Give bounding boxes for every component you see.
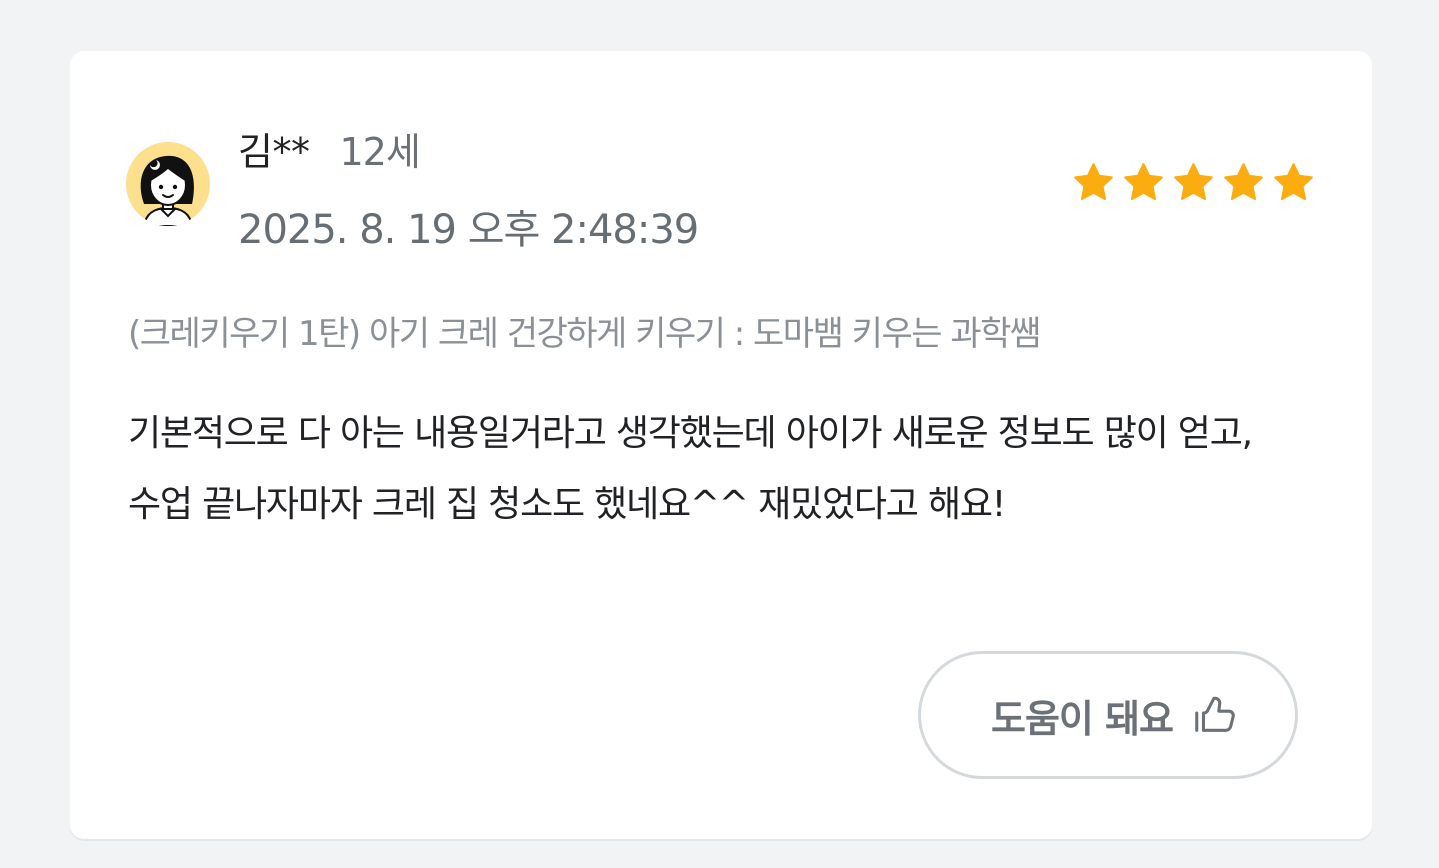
user-avatar	[126, 142, 210, 226]
star-filled-icon	[1224, 163, 1263, 201]
star-filled-icon	[1074, 163, 1113, 201]
author-info: 김** 12세	[238, 121, 421, 174]
helpful-button[interactable]: 도움이 돼요	[918, 651, 1298, 779]
author-age: 12세	[339, 130, 420, 174]
helpful-button-label: 도움이 돼요	[990, 696, 1174, 741]
review-date: 2025. 8. 19 오후 2:48:39	[238, 207, 699, 253]
star-rating	[1072, 161, 1315, 204]
star-filled-icon	[1174, 163, 1213, 201]
author-name: 김**	[238, 130, 310, 174]
star-filled-icon	[1274, 163, 1313, 201]
review-body: 기본적으로 다 아는 내용일거라고 생각했는데 아이가 새로운 정보도 많이 얻…	[128, 413, 1253, 525]
star-filled-icon	[1124, 163, 1163, 201]
course-title: (크레키우기 1탄) 아기 크레 건강하게 키우기 : 도마뱀 키우는 과학쌤	[128, 314, 1041, 354]
girl-avatar-icon	[140, 155, 194, 226]
review-card: 김** 12세 2025. 8. 19 오후 2:48:39 (크레키우기 1탄…	[70, 51, 1372, 839]
thumbs-up-icon	[1195, 696, 1235, 732]
